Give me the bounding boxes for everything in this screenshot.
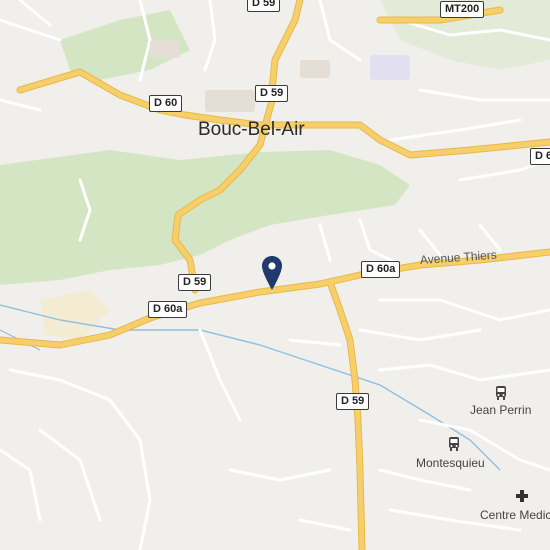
road-shield-d59-center: D 59: [255, 85, 289, 102]
town-label: Bouc-Bel-Air: [198, 119, 305, 140]
road-shield-d60a-right: D 60a: [361, 261, 401, 278]
map-view[interactable]: D 59 MT200 D 60 D 59 D 6 D 60a D 59 D 60…: [0, 0, 550, 550]
road-shield-d60a-left: D 60a: [148, 301, 188, 318]
poi-label-jean-perrin[interactable]: Jean Perrin: [470, 403, 531, 417]
road-shield-d60: D 60: [149, 95, 183, 112]
poi-label-montesquieu[interactable]: Montesquieu: [416, 456, 485, 470]
road-shield-d59-top: D 59: [247, 0, 281, 12]
road-shield-mt200: MT200: [440, 1, 485, 18]
road-shield-d6-right: D 6: [530, 148, 550, 165]
road-shield-d59-south: D 59: [336, 393, 370, 410]
road-shield-d59-mid: D 59: [178, 274, 212, 291]
poi-label-centre-medical[interactable]: Centre Medic: [480, 508, 550, 522]
